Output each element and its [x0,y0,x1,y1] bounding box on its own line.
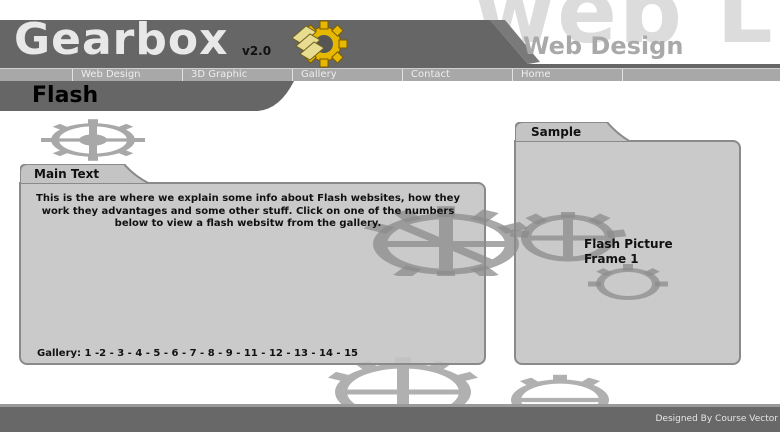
nav-home[interactable]: Home [512,69,622,81]
gallery-link-11[interactable]: 11 [244,348,258,359]
gallery-link-7[interactable]: 7 [190,348,197,359]
gear-logo-icon [291,20,348,68]
nav-bar: Web Design 3D Graphic Gallery Contact Ho… [0,68,780,81]
gear-decoration-icon [41,119,145,161]
gallery-link-8[interactable]: 8 [208,348,215,359]
gallery-link-6[interactable]: 6 [172,348,179,359]
gallery-link-1[interactable]: 1 [85,348,92,359]
page-title: Flash [32,83,99,108]
nav-contact[interactable]: Contact [402,69,512,81]
main-body-text: This is the are where we explain some in… [36,193,460,229]
flash-picture-placeholder: Flash Picture Frame 1 [584,237,673,267]
flash-picture-title: Flash Picture [584,237,673,251]
gear-decoration-icon [511,374,609,404]
nav-gallery[interactable]: Gallery [292,69,402,81]
header-tagline: Web Design [523,32,684,60]
site-logo[interactable]: Gearbox [14,14,228,65]
nav-web-design[interactable]: Web Design [72,69,182,81]
gallery-link-15[interactable]: 15 [344,348,358,359]
gallery-links: Gallery: 1 -2 - 3 - 4 - 5 - 6 - 7 - 8 - … [37,348,358,359]
gallery-link-9[interactable]: 9 [226,348,233,359]
sample-panel-label: Sample [531,125,582,139]
gallery-link-2[interactable]: 2 [99,348,106,359]
nav-3d-graphic[interactable]: 3D Graphic [182,69,292,81]
gallery-link-list: 1 -2 - 3 - 4 - 5 - 6 - 7 - 8 - 9 - 11 - … [84,348,358,359]
gallery-link-5[interactable]: 5 [153,348,160,359]
flash-frame-label: Frame 1 [584,252,639,266]
footer-credit: Designed By Course Vector [655,414,778,424]
gallery-link-13[interactable]: 13 [294,348,308,359]
gallery-link-14[interactable]: 14 [319,348,333,359]
main-panel-label: Main Text [34,167,100,181]
nav-empty-slot [622,69,780,81]
gallery-link-12[interactable]: 12 [269,348,283,359]
gallery-link-3[interactable]: 3 [117,348,124,359]
gallery-label: Gallery: [37,348,82,359]
gallery-link-4[interactable]: 4 [135,348,142,359]
logo-version: v2.0 [242,44,272,58]
